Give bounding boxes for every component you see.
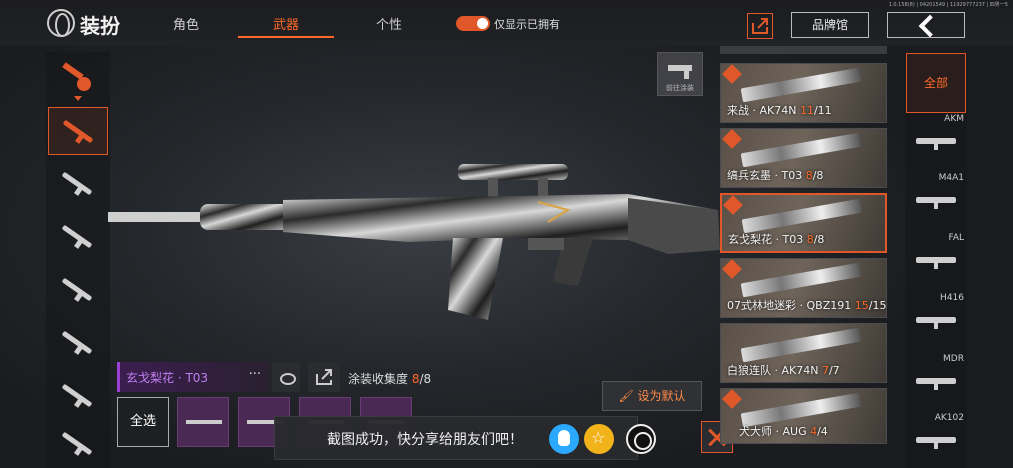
- shotgun-icon: [61, 224, 93, 249]
- skin-card-count: 11: [799, 104, 814, 117]
- h416-icon: [916, 317, 956, 329]
- skin-card-name: 玄戈梨花 · T03: [728, 233, 804, 246]
- filter-label: AKM: [944, 114, 964, 124]
- logo-globe-icon: [47, 9, 75, 37]
- skin-card-name: 来战 · AK74N: [727, 104, 797, 117]
- share-button[interactable]: [747, 13, 773, 39]
- filter-item-m4a1[interactable]: M4A1: [908, 173, 966, 225]
- skin-card-total: /8: [813, 233, 825, 246]
- skin-card-count: 7: [821, 364, 829, 377]
- marksman-icon: [61, 383, 93, 408]
- filter-label: MDR: [943, 354, 964, 364]
- collection-total: /8: [419, 372, 432, 386]
- filter-item-fal[interactable]: FAL: [908, 233, 966, 285]
- back-button[interactable]: [887, 12, 965, 38]
- weapon-category-icon: [62, 62, 91, 101]
- lmg-icon: [61, 330, 93, 355]
- filter-label: M4A1: [938, 173, 964, 183]
- rail-item-all-weapons[interactable]: [48, 54, 108, 102]
- tab-personality[interactable]: 个性: [341, 14, 437, 33]
- akm-icon: [916, 138, 956, 150]
- skin-card-count: 8: [805, 169, 813, 182]
- go-paint-button[interactable]: 前往涂装: [657, 52, 703, 96]
- tab-character[interactable]: 角色: [138, 14, 234, 33]
- rail-item-shotgun[interactable]: [48, 213, 108, 261]
- filter-label: FAL: [948, 233, 964, 243]
- page-title: 装扮: [80, 14, 120, 38]
- rail-item-sniper[interactable]: [48, 266, 108, 314]
- brush-icon: 🖌: [618, 389, 634, 403]
- qzone-share-icon[interactable]: [584, 424, 614, 454]
- rail-item-rifle[interactable]: [48, 107, 108, 155]
- rail-item-marksman[interactable]: [48, 372, 108, 420]
- selected-skin-name: 玄戈梨花 · T03: [126, 371, 209, 385]
- share-icon: [752, 18, 768, 34]
- skin-card[interactable]: 白狼连队 · AK74N 7/7: [720, 323, 887, 383]
- rifle-icon: [62, 119, 94, 144]
- set-default-label: 设为默认: [637, 389, 686, 403]
- filter-item-akm[interactable]: AKM: [908, 114, 966, 166]
- skin-card[interactable]: 犬大师 · AUG 4/4: [720, 388, 887, 444]
- share-icon: [316, 369, 332, 385]
- filter-label: AK102: [934, 413, 964, 423]
- collection-progress: 涂装收集度 8/8: [348, 370, 431, 387]
- qq-share-icon[interactable]: [549, 424, 579, 454]
- share-toast: 截图成功，快分享给朋友们吧！: [274, 416, 656, 460]
- owned-only-label: 仅显示已拥有: [494, 18, 560, 31]
- toast-message: 截图成功，快分享给朋友们吧！: [327, 432, 523, 448]
- mdr-icon: [916, 378, 956, 390]
- tab-weapon[interactable]: 武器: [238, 14, 334, 38]
- brand-hall-button[interactable]: 品牌馆: [791, 12, 869, 38]
- set-default-button[interactable]: 🖌 设为默认: [602, 381, 702, 411]
- fal-icon: [916, 257, 956, 269]
- skin-card-total: /15: [868, 299, 887, 312]
- part-thumbnail[interactable]: [177, 397, 229, 447]
- paint-gun-icon: [668, 65, 692, 79]
- skin-card[interactable]: 07式林地迷彩 · QBZ191 15/15: [720, 258, 887, 318]
- rail-item-pistol[interactable]: [48, 420, 108, 468]
- m4a1-icon: [916, 197, 956, 209]
- preview-eye-button[interactable]: [272, 362, 300, 392]
- version-info: 1.0.158(8) | 04201549 | 11929777237 | 四男…: [888, 2, 1008, 8]
- rail-item-lmg[interactable]: [48, 319, 108, 367]
- skin-card[interactable]: 缟兵玄墨 · T03 8/8: [720, 128, 887, 188]
- skin-card-count: 15: [854, 299, 869, 312]
- skin-card-selected[interactable]: 玄戈梨花 · T03 8/8: [720, 193, 887, 253]
- skin-card-name: 白狼连队 · AK74N: [727, 364, 819, 377]
- filter-label: H416: [940, 293, 964, 303]
- skin-card-name: 缟兵玄墨 · T03: [727, 169, 803, 182]
- rail-item-smg[interactable]: [48, 160, 108, 208]
- more-options-button[interactable]: ···: [249, 367, 261, 382]
- moments-share-icon[interactable]: [626, 424, 656, 454]
- owned-only-toggle[interactable]: [456, 16, 490, 31]
- skin-card-total: /8: [812, 169, 824, 182]
- skin-share-button[interactable]: [308, 362, 340, 392]
- go-paint-label: 前往涂装: [666, 84, 694, 92]
- pistol-icon: [61, 431, 93, 456]
- filter-all-button[interactable]: 全部: [906, 53, 966, 113]
- filter-item-h416[interactable]: H416: [908, 293, 966, 345]
- skin-card-total: /7: [828, 364, 840, 377]
- skin-card-name: 犬大师 · AUG: [739, 425, 807, 438]
- smg-icon: [61, 171, 93, 196]
- skin-card-total: /4: [817, 425, 828, 438]
- sniper-icon: [61, 277, 93, 302]
- filter-item-mdr[interactable]: MDR: [908, 354, 966, 406]
- ak102-icon: [916, 437, 956, 449]
- skin-card-name: 07式林地迷彩 · QBZ191: [727, 299, 852, 312]
- selected-skin-name-box: 玄戈梨花 · T03 ···: [117, 362, 269, 392]
- skin-card[interactable]: 来战 · AK74N 11/11: [720, 63, 887, 123]
- skin-card-total: /11: [813, 104, 832, 117]
- filter-item-ak102[interactable]: AK102: [908, 413, 966, 465]
- collection-label: 涂装收集度: [348, 372, 409, 386]
- skin-card-partial: [720, 46, 887, 54]
- weapon-preview-image[interactable]: [108, 150, 728, 340]
- skin-card-count: 8: [806, 233, 814, 246]
- select-all-button[interactable]: 全选: [117, 397, 169, 447]
